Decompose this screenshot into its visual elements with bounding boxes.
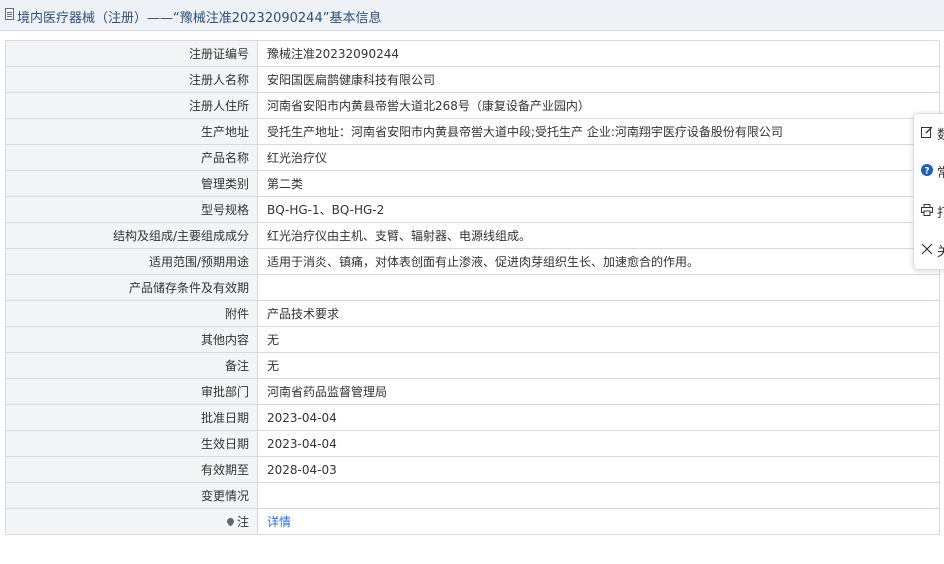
row-value: 受托生产地址：河南省安阳市内黄县帝喾大道中段;受托生产 企业:河南翔宇医疗设备股…	[257, 118, 940, 145]
pin-icon	[225, 516, 236, 527]
side-item-label: 打	[937, 206, 944, 221]
side-item-faq[interactable]: ? 常	[914, 152, 944, 190]
side-item-close[interactable]: 关	[914, 231, 944, 269]
side-item-label: 常	[937, 166, 944, 181]
row-value: 2023-04-04	[257, 430, 940, 457]
row-label: 生效日期	[5, 430, 258, 457]
svg-text:?: ?	[924, 167, 929, 177]
note-label: 注	[236, 515, 249, 529]
table-row: 适用范围/预期用途 适用于消炎、镇痛，对体表创面有止渗液、促进肉芽组织生长、加速愈…	[5, 248, 940, 275]
document-icon	[5, 8, 14, 20]
table-row: 生效日期 2023-04-04	[5, 430, 940, 457]
page-title: 境内医疗器械（注册）——“豫械注准20232090244”基本信息	[17, 11, 382, 26]
table-row: 结构及组成/主要组成成分 红光治疗仪由主机、支臂、辐射器、电源线组成。	[5, 222, 940, 249]
row-label-note: 注	[5, 508, 258, 535]
row-label: 备注	[5, 352, 258, 379]
table-row: 产品名称 红光治疗仪	[5, 144, 940, 171]
row-label: 注册证编号	[5, 40, 258, 67]
row-value: 第二类	[257, 170, 940, 197]
row-value	[257, 482, 940, 509]
row-value: 无	[257, 326, 940, 353]
row-value: 安阳国医扁鹊健康科技有限公司	[257, 66, 940, 93]
table-row: 备注无	[5, 352, 940, 379]
table-row: 注册人名称 安阳国医扁鹊健康科技有限公司	[5, 66, 940, 93]
row-value: 红光治疗仪由主机、支臂、辐射器、电源线组成。	[257, 222, 940, 249]
print-icon	[921, 204, 933, 216]
table-row: 生产地址 受托生产地址：河南省安阳市内黄县帝喾大道中段;受托生产 企业:河南翔宇医…	[5, 118, 940, 145]
table-row: 批准日期 2023-04-04	[5, 404, 940, 431]
row-value: 河南省安阳市内黄县帝喾大道北268号（康复设备产业园内）	[257, 92, 940, 119]
row-label: 产品名称	[5, 144, 258, 171]
info-table: 注册证编号 豫械注准20232090244 注册人名称 安阳国医扁鹊健康科技有限公司注…	[5, 40, 940, 535]
row-label: 适用范围/预期用途	[5, 248, 258, 275]
row-label: 注册人住所	[5, 92, 258, 119]
row-label: 管理类别	[5, 170, 258, 197]
row-label: 批准日期	[5, 404, 258, 431]
side-item-label: 关	[937, 245, 944, 260]
row-value: 2023-04-04	[257, 404, 940, 431]
row-label: 附件	[5, 300, 258, 327]
table-row: 注册证编号 豫械注准20232090244	[5, 40, 940, 67]
side-item-feedback[interactable]: 数	[914, 114, 944, 152]
side-item-print[interactable]: 打	[914, 192, 944, 230]
row-label: 其他内容	[5, 326, 258, 353]
row-value: 豫械注准20232090244	[257, 40, 940, 67]
row-value-note: 详情	[257, 508, 940, 535]
info-table-body: 注册证编号 豫械注准20232090244 注册人名称 安阳国医扁鹊健康科技有限公司注…	[5, 40, 940, 535]
table-row: 其他内容无	[5, 326, 940, 353]
table-row: 型号规格 BQ-HG-1、BQ-HG-2	[5, 196, 940, 223]
table-row: 审批部门 河南省药品监督管理局	[5, 378, 940, 405]
row-label: 产品储存条件及有效期	[5, 274, 258, 301]
row-value: 产品技术要求	[257, 300, 940, 327]
row-label: 审批部门	[5, 378, 258, 405]
row-value: 红光治疗仪	[257, 144, 940, 171]
table-row: 变更情况	[5, 482, 940, 509]
row-value: BQ-HG-1、BQ-HG-2	[257, 196, 940, 223]
help-icon: ?	[921, 164, 933, 176]
row-label: 注册人名称	[5, 66, 258, 93]
table-row: 产品储存条件及有效期	[5, 274, 940, 301]
side-item-label: 数	[937, 128, 944, 143]
row-label: 生产地址	[5, 118, 258, 145]
row-value: 适用于消炎、镇痛，对体表创面有止渗液、促进肉芽组织生长、加速愈合的作用。	[257, 248, 940, 275]
edit-icon	[921, 126, 933, 138]
table-row-note: 注 详情	[5, 508, 940, 535]
row-value	[257, 274, 940, 301]
row-value: 2028-04-03	[257, 456, 940, 483]
table-row: 附件 产品技术要求	[5, 300, 940, 327]
detail-link[interactable]: 详情	[267, 515, 291, 529]
row-label: 结构及组成/主要组成成分	[5, 222, 258, 249]
row-label: 有效期至	[5, 456, 258, 483]
page-header: 境内医疗器械（注册）——“豫械注准20232090244”基本信息	[0, 0, 944, 31]
row-label: 变更情况	[5, 482, 258, 509]
close-icon	[921, 243, 933, 255]
table-row: 有效期至 2028-04-03	[5, 456, 940, 483]
row-value: 河南省药品监督管理局	[257, 378, 940, 405]
table-row: 注册人住所 河南省安阳市内黄县帝喾大道北268号（康复设备产业园内）	[5, 92, 940, 119]
side-toolbar: 数 ? 常 打 关	[913, 113, 944, 270]
row-label: 型号规格	[5, 196, 258, 223]
row-value: 无	[257, 352, 940, 379]
table-row: 管理类别 第二类	[5, 170, 940, 197]
